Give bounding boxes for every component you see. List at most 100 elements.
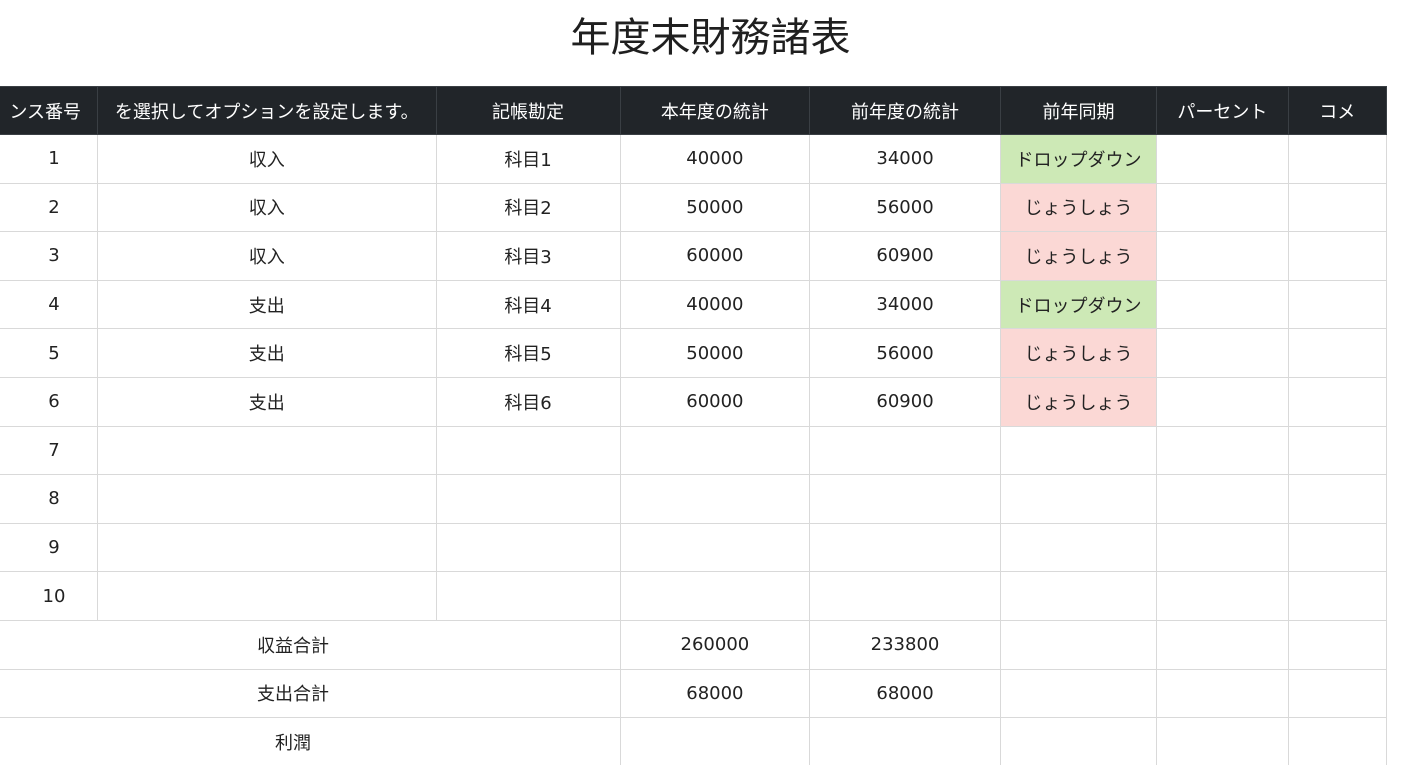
category-cell[interactable]: 収入 — [96, 182, 437, 233]
category-cell[interactable]: 収入 — [96, 231, 437, 281]
summary-yoy[interactable] — [999, 619, 1158, 670]
header-percent[interactable]: パーセント — [1156, 86, 1289, 135]
yoy-cell[interactable] — [999, 571, 1158, 621]
header-select-option[interactable]: を選択してオプションを設定します。 — [96, 86, 437, 135]
category-cell[interactable] — [96, 425, 437, 476]
account-cell[interactable]: 科目5 — [435, 328, 621, 378]
summary-comment[interactable] — [1287, 717, 1388, 765]
percent-cell[interactable] — [1156, 425, 1289, 476]
summary-comment[interactable] — [1287, 668, 1388, 719]
current-year-cell[interactable] — [619, 522, 811, 573]
comment-cell[interactable] — [1287, 134, 1388, 184]
account-cell[interactable]: 科目2 — [435, 182, 621, 233]
previous-year-cell[interactable]: 56000 — [809, 328, 1001, 378]
previous-year-cell[interactable]: 60900 — [809, 376, 1001, 427]
account-cell[interactable] — [435, 474, 621, 524]
yoy-cell[interactable] — [999, 425, 1158, 476]
table-row: 8 — [0, 474, 1388, 524]
previous-year-cell[interactable] — [809, 571, 1001, 621]
category-cell[interactable]: 収入 — [96, 134, 437, 184]
summary-row: 支出合計 68000 68000 — [0, 668, 1388, 719]
current-year-cell[interactable]: 40000 — [619, 134, 811, 184]
category-cell[interactable] — [96, 474, 437, 524]
account-cell[interactable] — [435, 571, 621, 621]
current-year-cell[interactable]: 50000 — [619, 328, 811, 378]
summary-yoy[interactable] — [999, 668, 1158, 719]
comment-cell[interactable] — [1287, 279, 1388, 330]
summary-row: 収益合計 260000 233800 — [0, 619, 1388, 670]
percent-cell[interactable] — [1156, 571, 1289, 621]
summary-row: 利潤 — [0, 717, 1388, 765]
comment-cell[interactable] — [1287, 376, 1388, 427]
account-cell[interactable]: 科目3 — [435, 231, 621, 281]
yoy-cell[interactable] — [999, 474, 1158, 524]
header-previous-year-total[interactable]: 前年度の統計 — [809, 86, 1001, 135]
percent-cell[interactable] — [1156, 231, 1289, 281]
percent-cell[interactable] — [1156, 328, 1289, 378]
current-year-cell[interactable] — [619, 571, 811, 621]
current-year-cell[interactable] — [619, 474, 811, 524]
summary-previous-year: 68000 — [809, 668, 1001, 719]
current-year-cell[interactable]: 50000 — [619, 182, 811, 233]
yoy-cell[interactable]: じょうしょう — [999, 231, 1158, 281]
row-number-cell: 2 — [0, 182, 98, 233]
percent-cell[interactable] — [1156, 134, 1289, 184]
percent-cell[interactable] — [1156, 474, 1289, 524]
header-current-year-total[interactable]: 本年度の統計 — [619, 86, 811, 135]
previous-year-cell[interactable] — [809, 425, 1001, 476]
table-row: 9 — [0, 522, 1388, 573]
header-instance-number[interactable]: ンス番号 — [0, 86, 98, 135]
table-row: 6 支出 科目6 60000 60900 じょうしょう — [0, 376, 1388, 427]
previous-year-cell[interactable]: 34000 — [809, 279, 1001, 330]
yoy-cell[interactable]: ドロップダウン — [999, 134, 1158, 184]
previous-year-cell[interactable]: 56000 — [809, 182, 1001, 233]
previous-year-cell[interactable]: 34000 — [809, 134, 1001, 184]
category-cell[interactable] — [96, 571, 437, 621]
percent-cell[interactable] — [1156, 376, 1289, 427]
yoy-cell[interactable]: じょうしょう — [999, 376, 1158, 427]
current-year-cell[interactable]: 40000 — [619, 279, 811, 330]
yoy-cell[interactable] — [999, 522, 1158, 573]
yoy-cell[interactable]: ドロップダウン — [999, 279, 1158, 330]
current-year-cell[interactable]: 60000 — [619, 231, 811, 281]
yoy-cell[interactable]: じょうしょう — [999, 328, 1158, 378]
summary-yoy[interactable] — [999, 717, 1158, 765]
summary-percent[interactable] — [1156, 619, 1289, 670]
summary-previous-year — [809, 717, 1001, 765]
summary-percent[interactable] — [1156, 717, 1289, 765]
comment-cell[interactable] — [1287, 474, 1388, 524]
header-yoy[interactable]: 前年同期 — [999, 86, 1158, 135]
table-row: 5 支出 科目5 50000 56000 じょうしょう — [0, 328, 1388, 378]
previous-year-cell[interactable]: 60900 — [809, 231, 1001, 281]
summary-comment[interactable] — [1287, 619, 1388, 670]
percent-cell[interactable] — [1156, 279, 1289, 330]
account-cell[interactable]: 科目1 — [435, 134, 621, 184]
comment-cell[interactable] — [1287, 425, 1388, 476]
yoy-cell[interactable]: じょうしょう — [999, 182, 1158, 233]
summary-percent[interactable] — [1156, 668, 1289, 719]
header-account[interactable]: 記帳勘定 — [435, 86, 621, 135]
comment-cell[interactable] — [1287, 231, 1388, 281]
comment-cell[interactable] — [1287, 571, 1388, 621]
table-row: 4 支出 科目4 40000 34000 ドロップダウン — [0, 279, 1388, 330]
category-cell[interactable]: 支出 — [96, 328, 437, 378]
comment-cell[interactable] — [1287, 182, 1388, 233]
header-comment[interactable]: コメ — [1287, 86, 1388, 135]
comment-cell[interactable] — [1287, 522, 1388, 573]
category-cell[interactable] — [96, 522, 437, 573]
current-year-cell[interactable] — [619, 425, 811, 476]
previous-year-cell[interactable] — [809, 522, 1001, 573]
account-cell[interactable]: 科目6 — [435, 376, 621, 427]
comment-cell[interactable] — [1287, 328, 1388, 378]
current-year-cell[interactable]: 60000 — [619, 376, 811, 427]
category-cell[interactable]: 支出 — [96, 279, 437, 330]
percent-cell[interactable] — [1156, 182, 1289, 233]
account-cell[interactable] — [435, 425, 621, 476]
account-cell[interactable]: 科目4 — [435, 279, 621, 330]
page: 年度末財務諸表 ンス番号 を選択してオプションを設定します。 記帳勘定 本年度の… — [0, 0, 1421, 765]
account-cell[interactable] — [435, 522, 621, 573]
previous-year-cell[interactable] — [809, 474, 1001, 524]
table-body: 1 収入 科目1 40000 34000 ドロップダウン 2 収入 科目2 50000 56000 じ… — [0, 134, 1388, 765]
category-cell[interactable]: 支出 — [96, 376, 437, 427]
percent-cell[interactable] — [1156, 522, 1289, 573]
